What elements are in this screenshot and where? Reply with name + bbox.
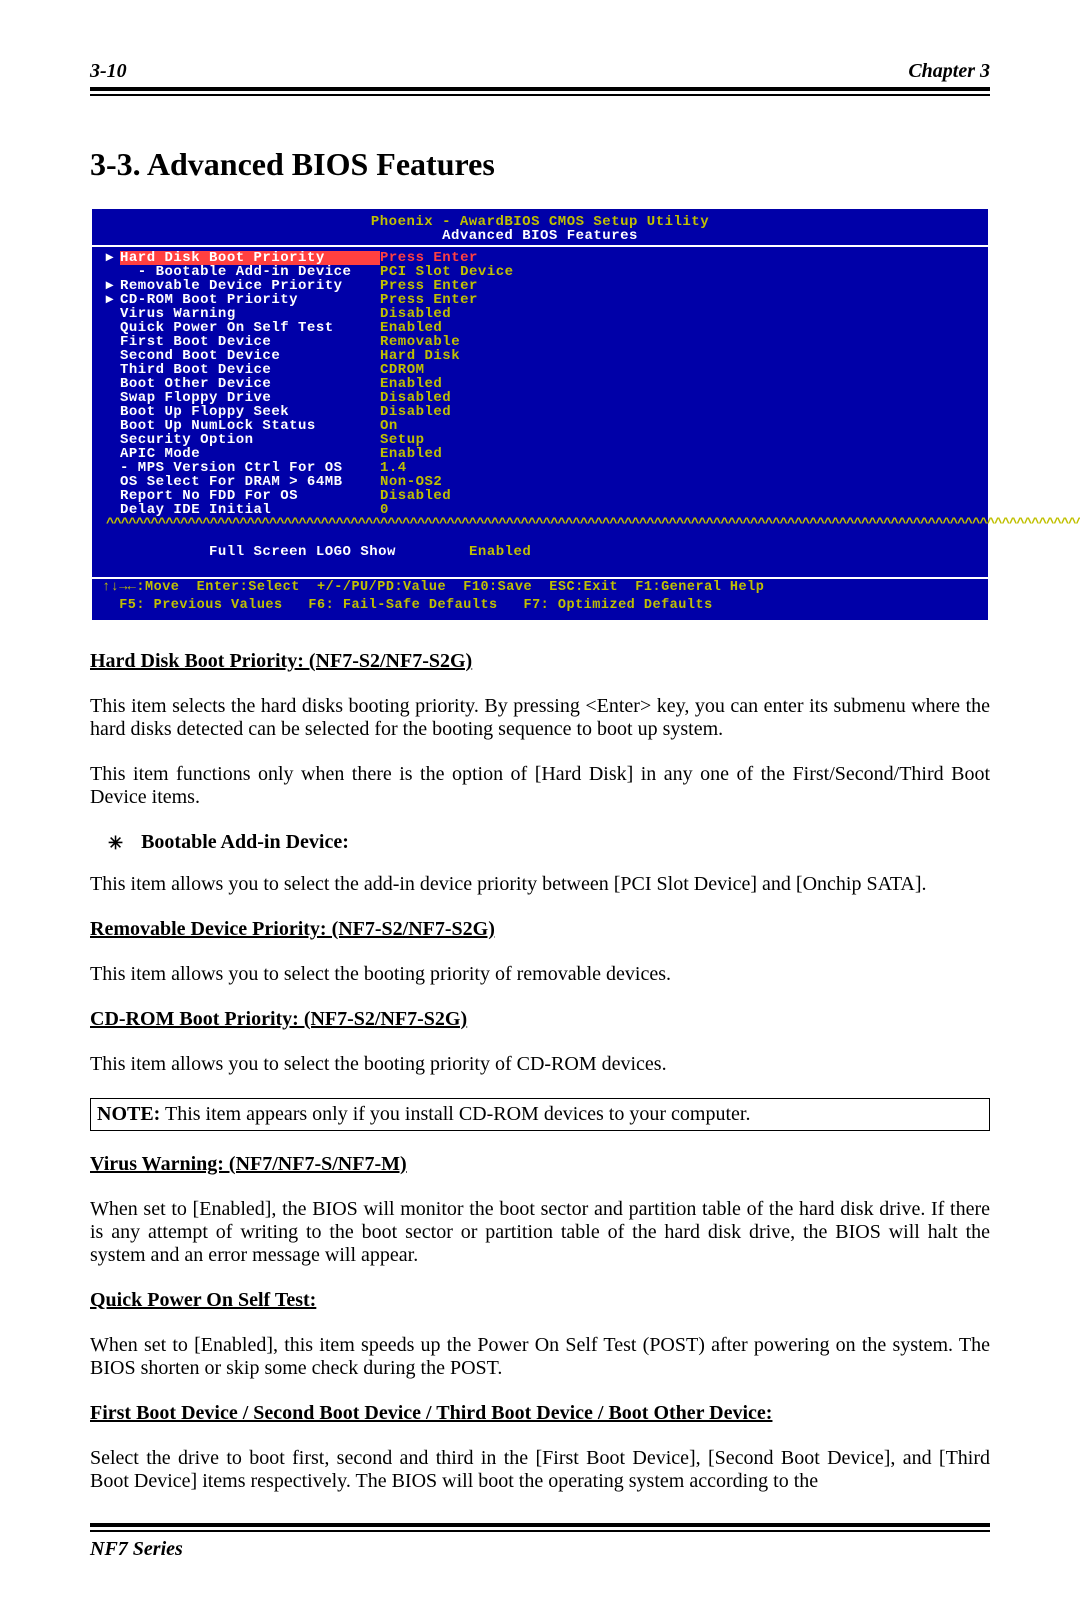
bios-subtitle: Advanced BIOS Features [92, 229, 988, 243]
bios-option-row[interactable]: OS Select For DRAM > 64MBNon-OS2 [106, 475, 1080, 489]
bios-option-label: Virus Warning [120, 307, 380, 321]
bios-option-label: Delay IDE Initial [120, 503, 380, 517]
bullet-icon: ✳ [90, 831, 123, 855]
paragraph: When set to [Enabled], this item speeds … [90, 1334, 990, 1380]
bios-title: Phoenix - AwardBIOS CMOS Setup Utility [92, 215, 988, 229]
bios-option-label: - MPS Version Ctrl For OS [120, 461, 380, 475]
header-rule [90, 87, 990, 96]
bios-option-label: OS Select For DRAM > 64MB [120, 475, 380, 489]
bios-option-row[interactable]: ▸CD-ROM Boot PriorityPress Enter [106, 293, 1080, 307]
submenu-arrow-icon [106, 265, 120, 279]
submenu-arrow-icon [106, 405, 120, 419]
submenu-arrow-icon [106, 419, 120, 433]
bios-option-row[interactable]: Second Boot DeviceHard Disk [106, 349, 1080, 363]
paragraph: This item selects the hard disks booting… [90, 695, 990, 741]
bios-option-label: Hard Disk Boot Priority [120, 251, 380, 265]
bios-option-row[interactable]: Virus WarningDisabled [106, 307, 1080, 321]
bios-option-label: Quick Power On Self Test [120, 321, 380, 335]
bios-footer-keys-1: ↑↓→←:Move Enter:Select +/-/PU/PD:Value F… [92, 579, 988, 597]
bios-screenshot: Phoenix - AwardBIOS CMOS Setup Utility A… [90, 207, 990, 622]
bios-option-label: Second Boot Device [120, 349, 380, 363]
bios-option-row[interactable]: - Bootable Add-in DevicePCI Slot Device [106, 265, 1080, 279]
bios-option-row[interactable]: Swap Floppy DriveDisabled [106, 391, 1080, 405]
bios-option-row[interactable]: Boot Up NumLock StatusOn [106, 419, 1080, 433]
heading-virus-warning: Virus Warning: (NF7/NF7-S/NF7-M) [90, 1153, 407, 1175]
heading-boot-devices: First Boot Device / Second Boot Device /… [90, 1402, 772, 1424]
submenu-arrow-icon [106, 349, 120, 363]
section-title: 3-3. Advanced BIOS Features [90, 146, 990, 183]
submenu-arrow-icon [106, 489, 120, 503]
submenu-arrow-icon [106, 377, 120, 391]
bios-option-value: 0 [380, 502, 389, 518]
heading-bootable-addin: Bootable Add-in Device: [141, 831, 349, 855]
submenu-arrow-icon: ▸ [106, 293, 120, 307]
submenu-arrow-icon: ▸ [106, 279, 120, 293]
bios-option-label: Security Option [120, 433, 380, 447]
bios-option-row[interactable]: Third Boot DeviceCDROM [106, 363, 1080, 377]
bios-option-label: Boot Up NumLock Status [120, 419, 380, 433]
bios-option-row[interactable]: APIC ModeEnabled [106, 447, 1080, 461]
heading-hard-disk-boot: Hard Disk Boot Priority: (NF7-S2/NF7-S2G… [90, 650, 472, 672]
chapter-label: Chapter 3 [908, 60, 990, 83]
bios-option-row[interactable]: ▸Hard Disk Boot PriorityPress Enter [106, 251, 1080, 265]
bios-option-row[interactable]: Boot Other DeviceEnabled [106, 377, 1080, 391]
bios-option-label: Removable Device Priority [120, 279, 380, 293]
paragraph: This item allows you to select the booti… [90, 1053, 990, 1076]
footer-series: NF7 Series [90, 1538, 990, 1561]
paragraph: Select the drive to boot first, second a… [90, 1447, 990, 1493]
footer-rule [90, 1523, 990, 1532]
bios-option-row[interactable]: Report No FDD For OSDisabled [106, 489, 1080, 503]
note-text: This item appears only if you install CD… [160, 1103, 750, 1125]
paragraph: This item functions only when there is t… [90, 763, 990, 809]
bios-option-label: APIC Mode [120, 447, 380, 461]
paragraph: This item allows you to select the add-i… [90, 873, 990, 896]
submenu-arrow-icon [106, 503, 120, 517]
bios-footer-keys-2: F5: Previous Values F6: Fail-Safe Defaul… [92, 597, 988, 615]
submenu-arrow-icon [106, 433, 120, 447]
submenu-arrow-icon [106, 335, 120, 349]
bios-option-label: CD-ROM Boot Priority [120, 293, 380, 307]
submenu-arrow-icon [106, 475, 120, 489]
submenu-arrow-icon [106, 363, 120, 377]
bios-option-row[interactable]: Delay IDE Initial0 [106, 503, 1080, 517]
bios-options-panel: ▸Hard Disk Boot PriorityPress Enter - Bo… [92, 247, 1080, 577]
paragraph: When set to [Enabled], the BIOS will mon… [90, 1198, 990, 1267]
note-box: NOTE: This item appears only if you inst… [90, 1098, 990, 1131]
bios-option-label: Boot Other Device [120, 377, 380, 391]
submenu-arrow-icon [106, 447, 120, 461]
bios-tear-line: ^^^^^^^^^^^^^^^^^^^^^^^^^^^^^^^^^^^^^^^^… [106, 517, 1080, 531]
bios-option-label: First Boot Device [120, 335, 380, 349]
bios-option-row[interactable]: ▸Removable Device PriorityPress Enter [106, 279, 1080, 293]
submenu-arrow-icon [106, 321, 120, 335]
submenu-arrow-icon [106, 307, 120, 321]
document-body: Hard Disk Boot Priority: (NF7-S2/NF7-S2G… [90, 650, 990, 1493]
bios-option-row[interactable]: First Boot DeviceRemovable [106, 335, 1080, 349]
bios-option-label: Boot Up Floppy Seek [120, 405, 380, 419]
note-label: NOTE: [97, 1103, 160, 1125]
paragraph: This item allows you to select the booti… [90, 963, 990, 986]
bios-option-row[interactable]: Boot Up Floppy SeekDisabled [106, 405, 1080, 419]
heading-removable-device: Removable Device Priority: (NF7-S2/NF7-S… [90, 918, 495, 940]
bios-option-row[interactable]: Security OptionSetup [106, 433, 1080, 447]
bios-option-label: - Bootable Add-in Device [120, 265, 380, 279]
bios-option-row[interactable]: - MPS Version Ctrl For OS1.4 [106, 461, 1080, 475]
submenu-arrow-icon: ▸ [106, 251, 120, 265]
bios-option-label: Report No FDD For OS [120, 489, 380, 503]
bios-option-row[interactable]: Quick Power On Self TestEnabled [106, 321, 1080, 335]
bios-option-value: Disabled [380, 488, 451, 504]
bios-row-fullscreen-logo[interactable]: Full Screen LOGO ShowEnabled [106, 531, 1080, 573]
bios-option-label: Third Boot Device [120, 363, 380, 377]
bios-option-label: Swap Floppy Drive [120, 391, 380, 405]
submenu-arrow-icon [106, 391, 120, 405]
submenu-arrow-icon [106, 461, 120, 475]
heading-quick-power: Quick Power On Self Test: [90, 1289, 316, 1311]
page-number: 3-10 [90, 60, 127, 83]
heading-cdrom-boot: CD-ROM Boot Priority: (NF7-S2/NF7-S2G) [90, 1008, 467, 1030]
